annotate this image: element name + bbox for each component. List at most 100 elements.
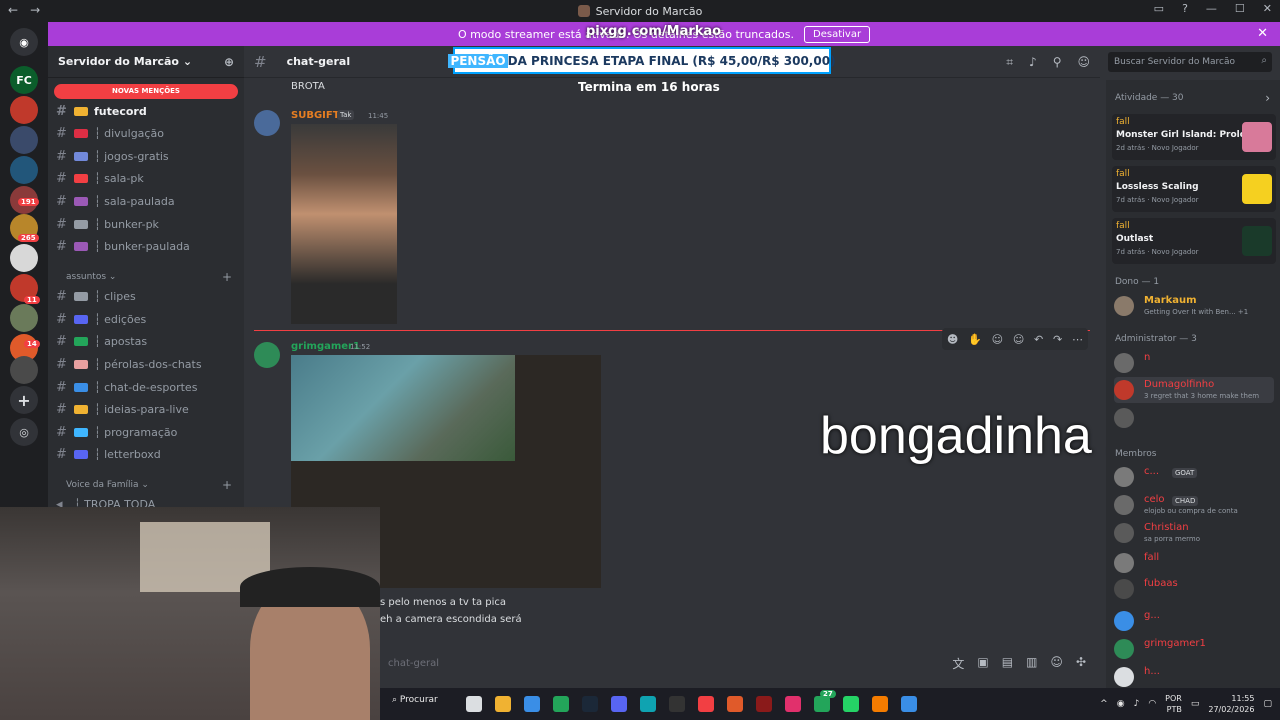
category-header[interactable]: assuntos ⌄ xyxy=(66,272,116,282)
forward-icon[interactable]: → xyxy=(30,3,40,17)
mute-icon[interactable]: ♪ xyxy=(1029,55,1037,70)
member-item[interactable]: Dumagolfinho 3 regret that 3 home make t… xyxy=(1114,377,1274,403)
back-icon[interactable]: ← xyxy=(8,3,18,17)
members-icon[interactable]: ☺ xyxy=(1077,55,1090,70)
forward-icon[interactable]: ↷ xyxy=(1053,333,1062,346)
server-header[interactable]: Servidor do Marcão ⌄ ⊕ xyxy=(48,46,244,78)
obs-icon[interactable] xyxy=(669,696,685,712)
channel-item[interactable]: # ┆ letterboxd xyxy=(56,444,238,464)
clock[interactable]: 11:55 27/02/2026 xyxy=(1208,693,1254,715)
member-item[interactable]: celo CHAD elojob ou compra de conta xyxy=(1114,492,1274,518)
translate-icon[interactable]: 文 xyxy=(952,655,964,672)
channel-item[interactable]: # ┆ bunker-paulada xyxy=(56,236,238,256)
avatar[interactable] xyxy=(254,110,280,136)
cloud-icon[interactable] xyxy=(872,696,888,712)
taskbar-search[interactable]: ⌕ Procurar xyxy=(392,695,438,705)
server-icon[interactable] xyxy=(10,356,38,384)
emoji-icon[interactable]: ☺ xyxy=(1050,655,1063,672)
emoji-reaction-icon[interactable]: ☺ xyxy=(992,333,1003,346)
add-channel-icon[interactable]: + xyxy=(222,478,232,492)
new-mentions-pill[interactable]: NOVAS MENÇÕES xyxy=(54,84,238,99)
channel-item[interactable]: # ┆ clipes xyxy=(56,286,238,306)
inbox-icon[interactable]: ▭ xyxy=(1154,2,1164,15)
channel-item[interactable]: # ┆ ideias-para-live xyxy=(56,399,238,419)
steam-icon[interactable] xyxy=(582,696,598,712)
app-icon[interactable] xyxy=(901,696,917,712)
member-item[interactable]: fubaas xyxy=(1114,576,1274,602)
channel-item[interactable]: # ┆ edições xyxy=(56,309,238,329)
activity-card[interactable]: fall Monster Girl Island: Prolog... 2d a… xyxy=(1112,114,1276,160)
avatar[interactable] xyxy=(254,342,280,368)
server-icon-fc[interactable]: FC xyxy=(10,66,38,94)
add-reaction-icon[interactable]: ☺ xyxy=(1013,333,1024,346)
channel-item[interactable]: # ┆ sala-paulada xyxy=(56,191,238,211)
member-item[interactable]: grimgamer1 xyxy=(1114,636,1274,662)
wifi-icon[interactable]: ◠ xyxy=(1148,699,1156,709)
channel-item[interactable]: # ┆ bunker-pk xyxy=(56,214,238,234)
whatsapp-icon[interactable] xyxy=(843,696,859,712)
app-icon[interactable]: 27 xyxy=(814,690,836,712)
message-username[interactable]: SUBGIFT xyxy=(291,110,340,121)
server-icon[interactable] xyxy=(10,96,38,124)
channel-item[interactable]: # futecord xyxy=(56,101,238,121)
member-item[interactable] xyxy=(1114,405,1274,431)
monitor-icon[interactable]: ▭ xyxy=(1191,699,1200,709)
activity-card[interactable]: fall Lossless Scaling 7d atrás · Novo Jo… xyxy=(1112,166,1276,212)
volume-icon[interactable]: ♪ xyxy=(1134,699,1140,709)
add-server-icon[interactable]: + xyxy=(10,386,38,414)
member-item[interactable]: Christian sa porra mermo xyxy=(1114,520,1274,546)
server-icon[interactable] xyxy=(10,244,38,272)
pin-icon[interactable]: ⚲ xyxy=(1053,55,1062,70)
channel-item[interactable]: # ┆ chat-de-esportes xyxy=(56,377,238,397)
channel-item[interactable]: # ┆ sala-pk xyxy=(56,168,238,188)
server-icon[interactable] xyxy=(10,126,38,154)
emoji-reaction-icon[interactable]: ☻ xyxy=(947,333,958,346)
add-channel-icon[interactable]: + xyxy=(222,270,232,284)
emoji-reaction-icon[interactable]: ✋ xyxy=(968,333,982,346)
help-icon[interactable]: ? xyxy=(1182,2,1188,15)
more-icon[interactable]: ⋯ xyxy=(1072,333,1083,346)
invite-icon[interactable]: ⊕ xyxy=(224,55,234,69)
notification-icon[interactable]: ▢ xyxy=(1263,699,1272,709)
apps-icon[interactable]: ✣ xyxy=(1076,655,1086,672)
member-item[interactable]: fall xyxy=(1114,550,1274,576)
sticker-icon[interactable]: ▥ xyxy=(1026,655,1037,672)
reply-icon[interactable]: ↶ xyxy=(1034,333,1043,346)
close-button[interactable]: ✕ xyxy=(1263,2,1272,15)
member-item[interactable]: Markaum Getting Over It with Ben... +1 xyxy=(1114,293,1274,319)
message-input[interactable]: chat-geral 文 ▣ ▤ ▥ ☺ ✣ xyxy=(380,650,1092,676)
language-indicator[interactable]: POR PTB xyxy=(1165,693,1182,715)
server-search[interactable]: Buscar Servidor do Marcão ⌕ xyxy=(1108,52,1272,72)
server-icon[interactable] xyxy=(10,156,38,184)
chrome-icon[interactable] xyxy=(698,696,714,712)
edge-icon[interactable] xyxy=(640,696,656,712)
member-item[interactable]: h... xyxy=(1114,664,1274,690)
minimize-button[interactable]: — xyxy=(1206,2,1217,15)
member-item[interactable]: n xyxy=(1114,350,1274,376)
explore-icon[interactable]: ◎ xyxy=(10,418,38,446)
close-icon[interactable]: ✕ xyxy=(1257,26,1268,41)
channel-item[interactable]: # ┆ programação xyxy=(56,422,238,442)
chevron-right-icon[interactable]: › xyxy=(1265,91,1270,105)
store-icon[interactable] xyxy=(524,696,540,712)
xbox-icon[interactable] xyxy=(553,696,569,712)
network-icon[interactable]: ◉ xyxy=(1117,699,1125,709)
gif-icon[interactable]: ▤ xyxy=(1002,655,1013,672)
app-icon[interactable] xyxy=(756,696,772,712)
search-placeholder[interactable]: Buscar Servidor do Marcão xyxy=(1114,57,1235,67)
app-icon[interactable] xyxy=(727,696,743,712)
channel-item[interactable]: # ┆ pérolas-dos-chats xyxy=(56,354,238,374)
category-header[interactable]: Voice da Família ⌄ xyxy=(66,480,149,490)
gift-icon[interactable]: ▣ xyxy=(977,655,988,672)
input-placeholder[interactable]: chat-geral xyxy=(388,658,439,669)
member-item[interactable]: c... GOAT xyxy=(1114,464,1274,490)
discord-home-icon[interactable]: ◉ xyxy=(10,28,38,56)
server-icon[interactable] xyxy=(10,304,38,332)
instagram-icon[interactable] xyxy=(785,696,801,712)
channel-item[interactable]: # ┆ jogos-gratis xyxy=(56,146,238,166)
threads-icon[interactable]: ⌗ xyxy=(1006,55,1013,70)
channel-item[interactable]: # ┆ apostas xyxy=(56,331,238,351)
file-explorer-icon[interactable] xyxy=(495,696,511,712)
channel-item[interactable]: # ┆ divulgação xyxy=(56,123,238,143)
activity-card[interactable]: fall Outlast 7d atrás · Novo Jogador xyxy=(1112,218,1276,264)
